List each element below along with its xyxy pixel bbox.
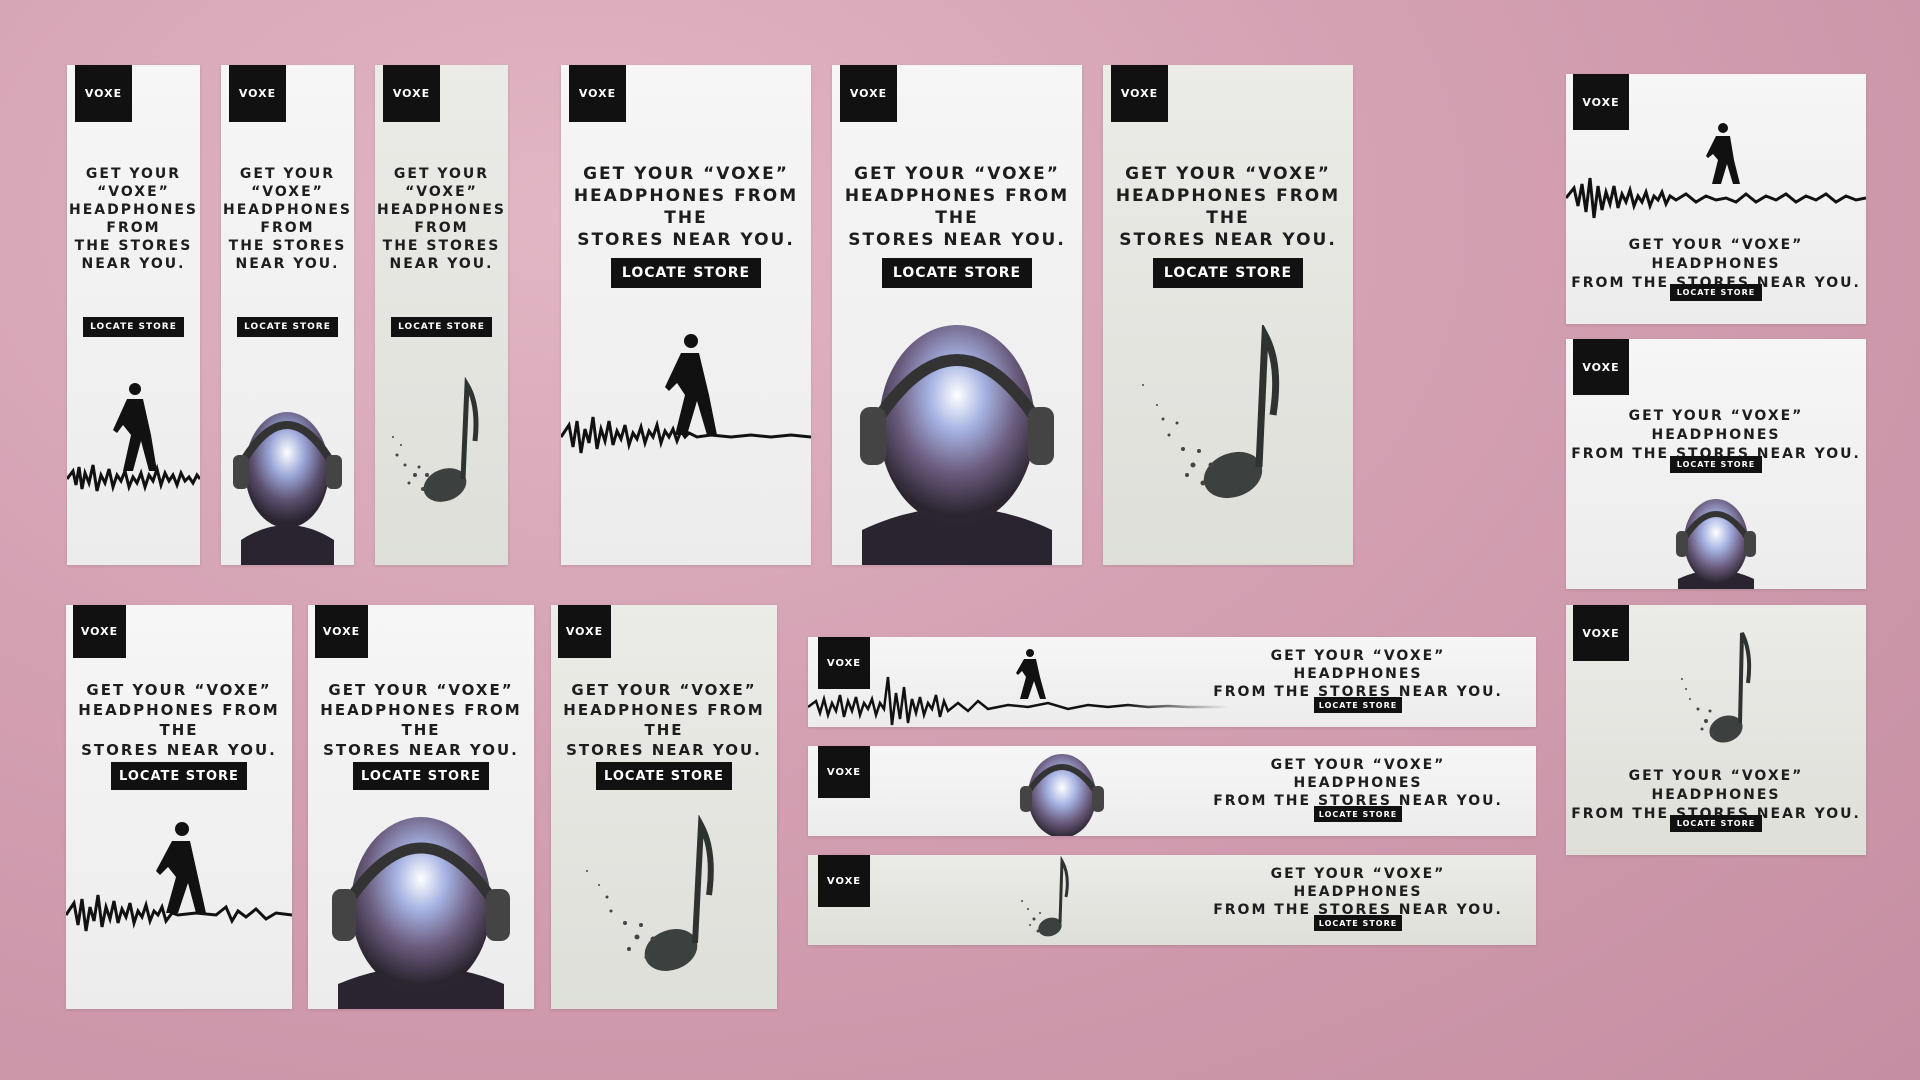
headline: GET YOUR “VOXE” HEADPHONES FROM THE STOR…: [563, 681, 765, 759]
headphone-head-icon: [1020, 754, 1104, 836]
headline: GET YOUR “VOXE” HEADPHONES FROM THE STOR…: [1115, 164, 1341, 250]
banner-tall-note[interactable]: VOXE GET YOUR “VOXE” HEADPHONES FROM THE…: [551, 605, 777, 1009]
voxe-logo: VOXE: [315, 605, 368, 658]
headline: GET YOUR “VOXE” HEADPHONES FROM THE STOR…: [1213, 866, 1503, 918]
locate-store-button[interactable]: LOCATE STORE: [611, 258, 761, 288]
music-note-icon: [1142, 325, 1280, 499]
headphone-head-icon: [860, 325, 1054, 565]
walker-waveform-icon: [561, 334, 811, 454]
voxe-logo: VOXE: [1111, 65, 1168, 122]
voxe-logo: VOXE: [1573, 605, 1629, 661]
walker-waveform-icon: [1566, 123, 1866, 219]
voxe-logo: VOXE: [73, 605, 126, 658]
voxe-logo: VOXE: [569, 65, 626, 122]
voxe-logo: VOXE: [229, 65, 286, 122]
banner-rect-walker[interactable]: VOXE GET YOUR “VOXE” HEADPHONES FROM THE…: [1566, 74, 1866, 324]
music-note-icon: [586, 815, 714, 971]
banner-leaderboard-walker[interactable]: VOXE GET YOUR “VOXE” HEADPHONES FROM THE…: [808, 637, 1536, 727]
music-note-icon: [392, 376, 479, 502]
voxe-logo: VOXE: [558, 605, 611, 658]
headline: GET YOUR “VOXE” HEADPHONES FROM THE STOR…: [573, 164, 799, 250]
locate-store-button[interactable]: LOCATE STORE: [83, 317, 184, 337]
locate-store-button[interactable]: LOCATE STORE: [882, 258, 1032, 288]
walker-waveform-icon: [67, 383, 200, 493]
headline: GET YOUR “VOXE” HEADPHONES FROM THE STOR…: [223, 166, 352, 272]
voxe-logo: VOXE: [818, 746, 870, 798]
banner-halfpage-note[interactable]: VOXE GET YOUR “VOXE” HEADPHONES FROM THE…: [1103, 65, 1353, 565]
banner-skyscraper-note[interactable]: VOXE GET YOUR “VOXE” HEADPHONES FROM THE…: [375, 65, 508, 565]
headphone-head-icon: [332, 817, 510, 1009]
banner-skyscraper-head[interactable]: VOXE GET YOUR “VOXE” HEADPHONES FROM THE…: [221, 65, 354, 565]
headphone-head-icon: [1676, 499, 1756, 589]
locate-store-button[interactable]: LOCATE STORE: [1670, 456, 1762, 473]
music-note-icon: [1021, 855, 1069, 937]
voxe-logo: VOXE: [840, 65, 897, 122]
locate-store-button[interactable]: LOCATE STORE: [111, 762, 247, 790]
locate-store-button[interactable]: LOCATE STORE: [353, 762, 489, 790]
music-note-icon: [1681, 632, 1752, 743]
locate-store-button[interactable]: LOCATE STORE: [237, 317, 338, 337]
locate-store-button[interactable]: LOCATE STORE: [596, 762, 732, 790]
walker-waveform-icon: [808, 649, 1228, 726]
walker-waveform-icon: [66, 822, 292, 932]
headline: GET YOUR “VOXE” HEADPHONES FROM THE STOR…: [1213, 757, 1503, 809]
locate-store-button[interactable]: LOCATE STORE: [391, 317, 492, 337]
voxe-logo: VOXE: [383, 65, 440, 122]
banner-rect-note[interactable]: VOXE GET YOUR “VOXE” HEADPHONES FROM THE…: [1566, 605, 1866, 855]
headline: GET YOUR “VOXE” HEADPHONES FROM THE STOR…: [844, 164, 1070, 250]
locate-store-button[interactable]: LOCATE STORE: [1670, 815, 1762, 832]
voxe-logo: VOXE: [818, 855, 870, 907]
locate-store-button[interactable]: LOCATE STORE: [1153, 258, 1303, 288]
banner-halfpage-head[interactable]: VOXE GET YOUR “VOXE” HEADPHONES FROM THE…: [832, 65, 1082, 565]
headline: GET YOUR “VOXE” HEADPHONES FROM THE STOR…: [320, 681, 522, 759]
banner-tall-walker[interactable]: VOXE GET YOUR “VOXE” HEADPHONES FROM THE…: [66, 605, 292, 1009]
banner-leaderboard-head[interactable]: VOXE GET YOUR “VOXE” HEADPHONES FROM THE…: [808, 746, 1536, 836]
banner-tall-head[interactable]: VOXE GET YOUR “VOXE” HEADPHONES FROM THE…: [308, 605, 534, 1009]
headphone-head-icon: [233, 412, 342, 565]
locate-store-button[interactable]: LOCATE STORE: [1670, 284, 1762, 301]
headline: GET YOUR “VOXE” HEADPHONES FROM THE STOR…: [377, 166, 506, 272]
banner-rect-head[interactable]: VOXE GET YOUR “VOXE” HEADPHONES FROM THE…: [1566, 339, 1866, 589]
voxe-logo: VOXE: [75, 65, 132, 122]
banner-skyscraper-walker[interactable]: VOXE GET YOUR “VOXE” HEADPHONES FROM THE…: [67, 65, 200, 565]
locate-store-button[interactable]: LOCATE STORE: [1314, 915, 1402, 931]
locate-store-button[interactable]: LOCATE STORE: [1314, 806, 1402, 822]
banner-halfpage-walker[interactable]: VOXE GET YOUR “VOXE” HEADPHONES FROM THE…: [561, 65, 811, 565]
locate-store-button[interactable]: LOCATE STORE: [1314, 697, 1402, 713]
headline: GET YOUR “VOXE” HEADPHONES FROM THE STOR…: [1213, 648, 1503, 700]
voxe-logo: VOXE: [1573, 339, 1629, 395]
headline: GET YOUR “VOXE” HEADPHONES FROM THE STOR…: [78, 681, 280, 759]
banner-leaderboard-note[interactable]: VOXE GET YOUR “VOXE” HEADPHONES FROM THE…: [808, 855, 1536, 945]
headline: GET YOUR “VOXE” HEADPHONES FROM THE STOR…: [69, 166, 198, 272]
